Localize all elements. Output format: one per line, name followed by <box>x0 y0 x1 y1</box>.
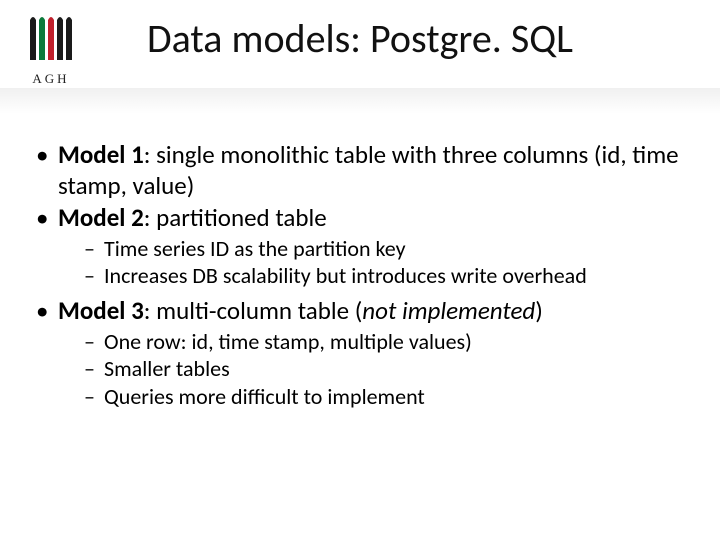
sub-m2-1: Time series ID as the partition key <box>84 236 700 263</box>
logo-text: AGH <box>20 71 82 87</box>
bullet-model1: Model 1: single monolithic table with th… <box>34 140 700 201</box>
sub-m2-2: Increases DB scalability but introduces … <box>84 263 700 290</box>
bullet-model2: Model 2: partitioned table Time series I… <box>34 203 700 290</box>
title-underline <box>0 88 720 114</box>
sub-m3-1: One row: id, time stamp, multiple values… <box>84 329 700 356</box>
bullet-model3: Model 3: multi-column table (not impleme… <box>34 296 700 411</box>
sub-m3-3: Queries more difficult to implement <box>84 384 700 411</box>
slide-body: Model 1: single monolithic table with th… <box>34 140 700 417</box>
sub-m3-2: Smaller tables <box>84 356 700 383</box>
slide-title: Data models: Postgre. SQL <box>0 14 720 63</box>
